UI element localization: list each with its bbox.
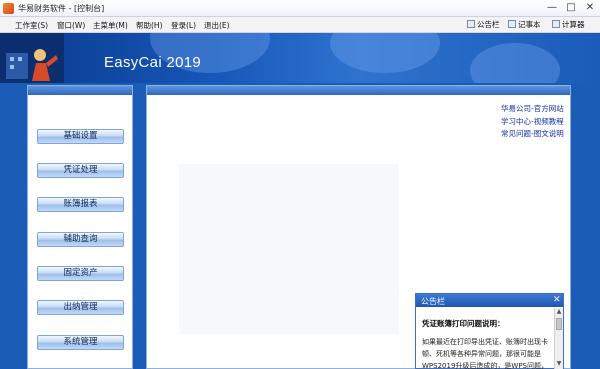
notepad-icon [508,20,516,28]
bulletin-header: 公告栏 ✕ [416,294,563,307]
bulletin-scrollbar[interactable]: ▲ ▼ [554,308,563,369]
bulletin-subtitle: 凭证账簿打印问题说明： [422,319,505,328]
bulletin-close-icon[interactable]: ✕ [553,294,561,306]
link-official-site[interactable]: 华易公司-官方网站 [501,103,564,114]
nav-basic-settings-button[interactable]: 基础设置 [37,129,124,144]
bulletin-title: 公告栏 [421,297,445,306]
bulletin-tool-label: 公告栏 [477,20,500,29]
nav-ledger-report-button[interactable]: 账簿报表 [37,197,124,212]
nav-fixed-assets-button[interactable]: 固定资产 [37,266,124,281]
maximize-button[interactable]: □ [563,1,579,15]
bulletin-tool-button[interactable]: 公告栏 [467,19,500,31]
menu-exit[interactable]: 退出(E) [204,20,230,31]
main-panel-header [147,86,570,95]
watermark-area [179,164,399,334]
menu-bar: 工作室(S) 窗口(W) 主菜单(M) 帮助(H) 登录(L) 退出(E) 公告… [0,17,600,33]
nav-aux-query-button[interactable]: 辅助查询 [37,232,124,247]
nav-system-button[interactable]: 系统管理 [37,335,124,350]
title-bar: 华易财务软件 - [控制台] — □ ✕ [0,0,600,17]
notepad-tool-button[interactable]: 记事本 [508,19,541,31]
bulletin-popup: 公告栏 ✕ 凭证账簿打印问题说明： 如果最近在打印导出凭证、账簿时出现卡顿、死机… [415,293,564,369]
scroll-up-icon[interactable]: ▲ [555,308,563,316]
menu-main[interactable]: 主菜单(M) [93,20,128,31]
bulletin-body: 如果最近在打印导出凭证、账簿时出现卡顿、死机等各种异常问题，那很可能是WPS20… [422,338,548,369]
calculator-tool-label: 计算器 [562,20,585,29]
calculator-tool-button[interactable]: 计算器 [552,19,585,31]
window-title: 华易财务软件 - [控制台] [18,4,105,13]
navigation-panel: 基础设置 凭证处理 账簿报表 辅助查询 固定资产 出纳管理 系统管理 [27,85,133,369]
scroll-down-icon[interactable]: ▼ [555,360,563,368]
banner-title: EasyCai 2019 [104,54,201,71]
notepad-tool-label: 记事本 [518,20,541,29]
nav-cashier-button[interactable]: 出纳管理 [37,300,124,315]
link-video-tutorial[interactable]: 学习中心-视频教程 [501,116,564,127]
menu-help[interactable]: 帮助(H) [136,20,163,31]
scroll-thumb[interactable] [556,318,562,330]
close-button[interactable]: ✕ [582,1,598,15]
navigation-panel-header [28,86,132,95]
bulletin-icon [467,20,475,28]
app-logo-icon [3,3,14,14]
logo-graphic-icon [0,33,64,83]
link-faq[interactable]: 常见问题-图文说明 [501,128,564,139]
menu-window[interactable]: 窗口(W) [57,20,85,31]
menu-login[interactable]: 登录(L) [171,20,196,31]
nav-voucher-button[interactable]: 凭证处理 [37,163,124,178]
menu-workroom[interactable]: 工作室(S) [15,20,48,31]
minimize-button[interactable]: — [544,1,560,15]
app-banner: EasyCai 2019 [0,33,600,83]
calculator-icon [552,20,560,28]
